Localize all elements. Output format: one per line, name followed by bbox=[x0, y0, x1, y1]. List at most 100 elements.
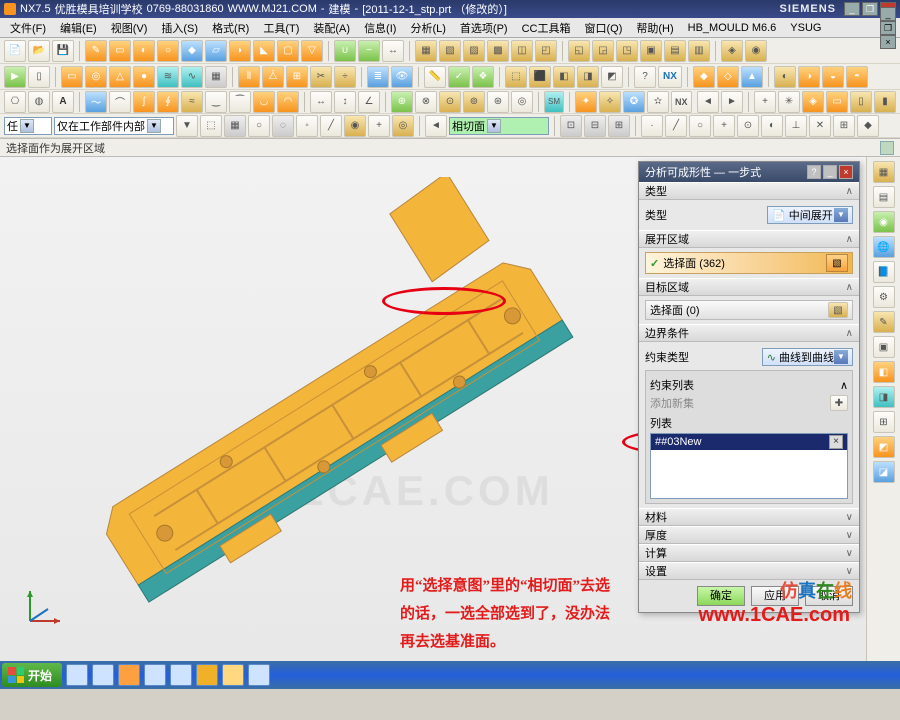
panel-title-bar[interactable]: 分析可成形性 — 一步式 ? _ × bbox=[639, 162, 859, 182]
res-5-icon[interactable]: 📘 bbox=[873, 261, 895, 283]
hb-2-icon[interactable]: ◇ bbox=[717, 66, 739, 88]
taskbar-item-1[interactable] bbox=[66, 664, 88, 686]
face-selector-icon[interactable]: ▧ bbox=[826, 254, 848, 272]
select-face-target-button[interactable]: 选择面 (0) ▧ bbox=[645, 300, 853, 320]
arrow-right-icon[interactable]: ► bbox=[721, 91, 743, 113]
ext-4-icon[interactable]: ✫ bbox=[647, 91, 669, 113]
chevron-down-icon[interactable]: ▼ bbox=[834, 208, 848, 222]
graphics-viewport[interactable]: 1CAE.COM 用“选择意图”里的“相切面”去选的话，一选全部选到了，没办法再… bbox=[0, 157, 616, 661]
res-4-icon[interactable]: 🌐 bbox=[873, 236, 895, 258]
selection-intent-combo[interactable]: 相切面 ▼ bbox=[449, 117, 549, 135]
add-icon[interactable]: ✚ bbox=[830, 395, 848, 411]
surf-1-icon[interactable]: ≋ bbox=[157, 66, 179, 88]
curve-8-icon[interactable]: ◡ bbox=[253, 91, 275, 113]
scope-combo[interactable]: 仅在工作部件内部 ▼ bbox=[54, 117, 174, 135]
snap-grid-icon[interactable]: ⊞ bbox=[833, 115, 855, 137]
snap-1-icon[interactable]: ⊕ bbox=[391, 91, 413, 113]
hole-icon[interactable]: ○ bbox=[157, 40, 179, 62]
asm-5-icon[interactable]: ◩ bbox=[601, 66, 623, 88]
curve-3-icon[interactable]: ∫ bbox=[133, 91, 155, 113]
res-1-icon[interactable]: ▦ bbox=[873, 161, 895, 183]
snap-near-icon[interactable]: ✕ bbox=[809, 115, 831, 137]
ys-3-icon[interactable]: ◒ bbox=[822, 66, 844, 88]
filter-2-icon[interactable]: ⬚ bbox=[200, 115, 222, 137]
section-header-target[interactable]: 目标区域∧ bbox=[639, 278, 859, 296]
filter-4-icon[interactable]: ○ bbox=[248, 115, 270, 137]
chevron-down-icon[interactable]: ▼ bbox=[834, 350, 848, 364]
taskbar-item-7[interactable] bbox=[222, 664, 244, 686]
shell-icon[interactable]: ▢ bbox=[277, 40, 299, 62]
save-icon[interactable]: 💾 bbox=[52, 40, 74, 62]
menu-hbmould[interactable]: HB_MOULD M6.6 bbox=[682, 21, 783, 35]
filter-6-icon[interactable]: ◦ bbox=[296, 115, 318, 137]
constraint-listbox[interactable]: ##03New × bbox=[650, 433, 848, 499]
mold-5-icon[interactable]: ◫ bbox=[511, 40, 533, 62]
blend-icon[interactable]: ◗ bbox=[229, 40, 251, 62]
filter-3-icon[interactable]: ▦ bbox=[224, 115, 246, 137]
revolve-icon[interactable]: ◐ bbox=[133, 40, 155, 62]
ext-3-icon[interactable]: ✪ bbox=[623, 91, 645, 113]
mdi-close[interactable]: × bbox=[880, 35, 896, 49]
sel-3-icon[interactable]: ⊞ bbox=[608, 115, 630, 137]
mold-4-icon[interactable]: ▩ bbox=[487, 40, 509, 62]
curve-5-icon[interactable]: ≈ bbox=[181, 91, 203, 113]
surf-2-icon[interactable]: ∿ bbox=[181, 66, 203, 88]
filter-1-icon[interactable]: ▼ bbox=[176, 115, 198, 137]
snap-2-icon[interactable]: ⊗ bbox=[415, 91, 437, 113]
ok-button[interactable]: 确定 bbox=[697, 586, 745, 606]
section-header-material[interactable]: 材料∨ bbox=[639, 508, 859, 526]
asm-3-icon[interactable]: ◧ bbox=[553, 66, 575, 88]
res-12-icon[interactable]: ◩ bbox=[873, 436, 895, 458]
text-a-icon[interactable]: A bbox=[52, 91, 74, 113]
menu-cctoolbox[interactable]: CC工具箱 bbox=[516, 19, 577, 37]
snap-node-icon[interactable]: ◆ bbox=[857, 115, 879, 137]
xyz-icon[interactable]: ✳ bbox=[778, 91, 800, 113]
menu-insert[interactable]: 插入(S) bbox=[155, 19, 204, 37]
res-13-icon[interactable]: ◪ bbox=[873, 461, 895, 483]
res-9-icon[interactable]: ◧ bbox=[873, 361, 895, 383]
analyze-icon[interactable]: ❖ bbox=[472, 66, 494, 88]
intent-prev-icon[interactable]: ◄ bbox=[425, 115, 447, 137]
layer-icon[interactable]: ≣ bbox=[367, 66, 389, 88]
menu-prefs[interactable]: 首选项(P) bbox=[454, 19, 514, 37]
curve-7-icon[interactable]: ⁀ bbox=[229, 91, 251, 113]
cylinder-icon[interactable]: ◎ bbox=[85, 66, 107, 88]
mold-10-icon[interactable]: ▣ bbox=[640, 40, 662, 62]
curve-4-icon[interactable]: ∮ bbox=[157, 91, 179, 113]
chevron-up-icon[interactable]: ∧ bbox=[840, 379, 848, 392]
asm-4-icon[interactable]: ◨ bbox=[577, 66, 599, 88]
scope-left-combo[interactable]: 任 ▼ bbox=[4, 117, 52, 135]
mdi-restore[interactable]: ❐ bbox=[880, 21, 896, 35]
taskbar-item-5[interactable] bbox=[170, 664, 192, 686]
plane-icon[interactable]: ▱ bbox=[205, 40, 227, 62]
section-header-type[interactable]: 类型∧ bbox=[639, 182, 859, 200]
dim-2-icon[interactable]: ↕ bbox=[334, 91, 356, 113]
filter-8-icon[interactable]: ◉ bbox=[344, 115, 366, 137]
view-front-icon[interactable]: ▭ bbox=[826, 91, 848, 113]
view-top-icon[interactable]: ▯ bbox=[850, 91, 872, 113]
snap-6-icon[interactable]: ◎ bbox=[511, 91, 533, 113]
vis-icon[interactable]: 👁 bbox=[391, 66, 413, 88]
snap-int-icon[interactable]: ⊙ bbox=[737, 115, 759, 137]
nx-small-icon[interactable]: NX bbox=[671, 91, 692, 113]
split-icon[interactable]: ÷ bbox=[334, 66, 356, 88]
ys-2-icon[interactable]: ◑ bbox=[798, 66, 820, 88]
grid-icon[interactable]: ▦ bbox=[205, 66, 227, 88]
dim-3-icon[interactable]: ∠ bbox=[358, 91, 380, 113]
mirror-icon[interactable]: ⧊ bbox=[262, 66, 284, 88]
ext-2-icon[interactable]: ✧ bbox=[599, 91, 621, 113]
trim-icon[interactable]: ✂ bbox=[310, 66, 332, 88]
hb-1-icon[interactable]: ◆ bbox=[693, 66, 715, 88]
filter-9-icon[interactable]: + bbox=[368, 115, 390, 137]
section-header-unfold[interactable]: 展开区域∧ bbox=[639, 230, 859, 248]
res-10-icon[interactable]: ◨ bbox=[873, 386, 895, 408]
select-face-unfold-button[interactable]: ✓ 选择面 (362) ▧ bbox=[645, 252, 853, 274]
arrow-left-icon[interactable]: ◄ bbox=[697, 91, 719, 113]
panel-minimize-button[interactable]: _ bbox=[823, 165, 837, 179]
type-select[interactable]: 📄 中间展开 ▼ bbox=[767, 206, 853, 224]
snap-ctr-icon[interactable]: ○ bbox=[689, 115, 711, 137]
mold-12-icon[interactable]: ▥ bbox=[688, 40, 710, 62]
taskbar-item-8[interactable] bbox=[248, 664, 270, 686]
snap-quad-icon[interactable]: + bbox=[713, 115, 735, 137]
sketch-icon[interactable]: ✎ bbox=[85, 40, 107, 62]
